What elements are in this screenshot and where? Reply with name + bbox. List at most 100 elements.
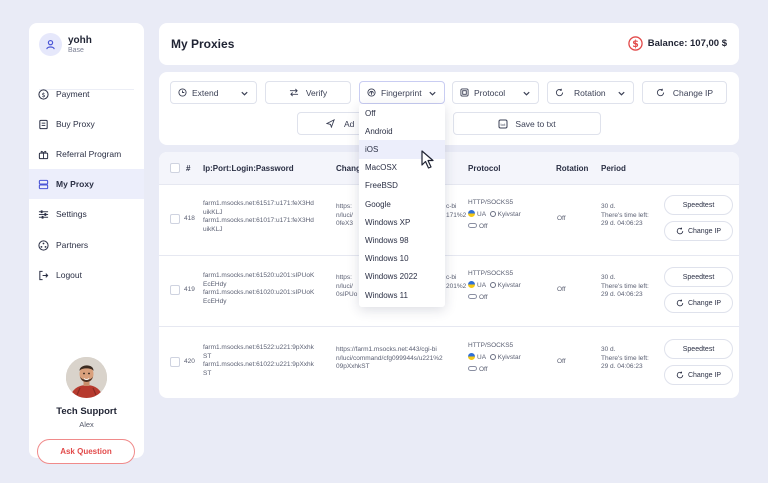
speedtest-button[interactable]: Speedtest <box>664 339 733 359</box>
row-change-url[interactable]: https: n/luci/0sIPUo <box>336 274 357 300</box>
verify-button[interactable]: Verify <box>265 81 351 104</box>
row-rotation: Off <box>557 358 566 365</box>
col-change: Chang <box>336 164 361 173</box>
speedtest-button[interactable]: Speedtest <box>664 195 733 215</box>
extend-select[interactable]: Extend <box>170 81 257 104</box>
row-credentials[interactable]: farm1.msocks.net:61522:u221:9pXxhk ST farm… <box>203 344 314 378</box>
dropdown-option-android[interactable]: Android <box>359 122 445 140</box>
dropdown-option-windows-2022[interactable]: Windows 2022 <box>359 268 445 286</box>
row-rotation: Off <box>557 215 566 222</box>
proxy-table: # Ip:Port:Login:Password Chang Protocol … <box>159 152 739 398</box>
col-rotation: Rotation <box>556 164 589 173</box>
isp-icon <box>489 354 496 360</box>
sidebar-item-partners[interactable]: Partners <box>29 230 144 260</box>
protocol-label: Protocol <box>474 87 506 98</box>
user-name: yohh <box>68 34 92 46</box>
ask-question-button[interactable]: Ask Question <box>37 439 135 464</box>
refresh-icon <box>676 299 684 307</box>
fingerprint-select[interactable]: Fingerprint <box>359 81 445 104</box>
row-change-url[interactable]: https://farm1.msocks.net:443/cgi-bi n/luc… <box>336 346 443 372</box>
gift-icon <box>38 150 49 159</box>
row-period: 30 d. There's time left: 29 d. 04:06:23 <box>601 203 649 228</box>
select-all-checkbox[interactable] <box>170 163 180 173</box>
dropdown-option-windows-98[interactable]: Windows 98 <box>359 231 445 249</box>
server-icon <box>38 179 49 189</box>
sidebar-item-label: Buy Proxy <box>56 119 95 129</box>
verify-label: Verify <box>305 87 328 98</box>
sidebar-item-my-proxy[interactable]: My Proxy <box>29 169 144 199</box>
extend-label: Extend <box>192 87 219 98</box>
logout-icon <box>39 270 49 280</box>
toggle-icon <box>468 294 477 299</box>
refresh-icon <box>676 227 684 235</box>
row-checkbox[interactable] <box>170 214 180 224</box>
user-profile[interactable]: yohh Base <box>39 33 92 56</box>
fingerprint-dropdown: Off Android iOS MacOSX FreeBSD Google Wi… <box>359 104 445 307</box>
sidebar-item-payment[interactable]: $ Payment <box>29 79 144 109</box>
col-ip: Ip:Port:Login:Password <box>203 164 294 173</box>
row-divider <box>159 326 739 327</box>
toggle-icon <box>468 366 477 371</box>
user-avatar-icon <box>39 33 62 56</box>
dropdown-option-freebsd[interactable]: FreeBSD <box>359 177 445 195</box>
row-change-url-tail: c-bi 201%2 <box>446 274 467 290</box>
row-protocol: HTTP/SOCKS5 UA Kyivstar Off <box>468 199 521 230</box>
row-change-url[interactable]: https: n/luci/0feX3 <box>336 203 353 229</box>
chevron-down-icon <box>523 91 530 96</box>
rotation-label: Rotation <box>574 87 606 98</box>
change-ip-button[interactable]: Change IP <box>642 81 727 104</box>
svg-text:$: $ <box>41 90 45 98</box>
row-change-ip-button[interactable]: Change IP <box>664 365 733 385</box>
change-ip-label: Change IP <box>672 87 714 98</box>
row-number: 418 <box>184 215 195 222</box>
isp-icon <box>489 211 496 217</box>
row-period: 30 d. There's time left: 29 d. 04:06:23 <box>601 274 649 299</box>
balance-icon: $ <box>628 36 643 51</box>
chevron-down-icon <box>241 91 248 96</box>
isp-icon <box>489 282 496 288</box>
add-label: Ad <box>344 118 355 129</box>
rotation-icon <box>555 88 564 97</box>
row-change-ip-button[interactable]: Change IP <box>664 293 733 313</box>
sidebar-item-label: Logout <box>56 270 82 280</box>
rotation-select[interactable]: Rotation <box>547 81 634 104</box>
sidebar-item-label: Partners <box>56 240 89 250</box>
flag-icon <box>468 210 475 217</box>
toolbar: Extend Verify Fingerprint Protocol Rotat… <box>159 72 739 145</box>
row-period: 30 d. There's time left: 29 d. 04:06:23 <box>601 346 649 371</box>
sidebar-item-label: Referral Program <box>56 149 122 159</box>
sidebar-item-buy-proxy[interactable]: Buy Proxy <box>29 109 144 139</box>
row-checkbox[interactable] <box>170 285 180 295</box>
row-credentials[interactable]: farm1.msocks.net:61517:u171:feX3Hd uikKLJ… <box>203 200 314 234</box>
flag-icon <box>468 353 475 360</box>
support-title: Tech Support <box>56 406 117 417</box>
row-checkbox[interactable] <box>170 357 180 367</box>
row-change-ip-button[interactable]: Change IP <box>664 221 733 241</box>
speedtest-button[interactable]: Speedtest <box>664 267 733 287</box>
row-divider <box>159 184 739 185</box>
row-protocol: HTTP/SOCKS5 UA Kyivstar Off <box>468 342 521 373</box>
sidebar-item-referral[interactable]: Referral Program <box>29 139 144 169</box>
dropdown-option-windows-xp[interactable]: Windows XP <box>359 213 445 231</box>
col-protocol: Protocol <box>468 164 501 173</box>
balance: $ Balance: 107,00 $ <box>628 36 727 51</box>
send-icon <box>326 119 335 128</box>
sidebar-item-settings[interactable]: Settings <box>29 199 144 229</box>
support-name: Alex <box>79 420 94 429</box>
row-credentials[interactable]: farm1.msocks.net:61520:u201:sIPUoK EcEHdy… <box>203 272 314 306</box>
sidebar-item-label: Payment <box>56 89 90 99</box>
txt-file-icon: txt <box>498 119 508 128</box>
dropdown-option-windows-10[interactable]: Windows 10 <box>359 250 445 268</box>
protocol-icon <box>460 88 469 97</box>
dropdown-option-windows-11[interactable]: Windows 11 <box>359 286 445 304</box>
dropdown-option-off[interactable]: Off <box>359 104 445 122</box>
dropdown-option-google[interactable]: Google <box>359 195 445 213</box>
fingerprint-icon <box>367 88 376 97</box>
sidebar: yohh Base $ Payment Buy Proxy Referral P… <box>29 23 144 464</box>
save-to-txt-button[interactable]: txt Save to txt <box>453 112 601 135</box>
clock-icon <box>178 88 187 97</box>
protocol-select[interactable]: Protocol <box>452 81 539 104</box>
sidebar-item-logout[interactable]: Logout <box>29 260 144 290</box>
sliders-icon <box>38 209 49 219</box>
toggle-icon <box>468 223 477 228</box>
